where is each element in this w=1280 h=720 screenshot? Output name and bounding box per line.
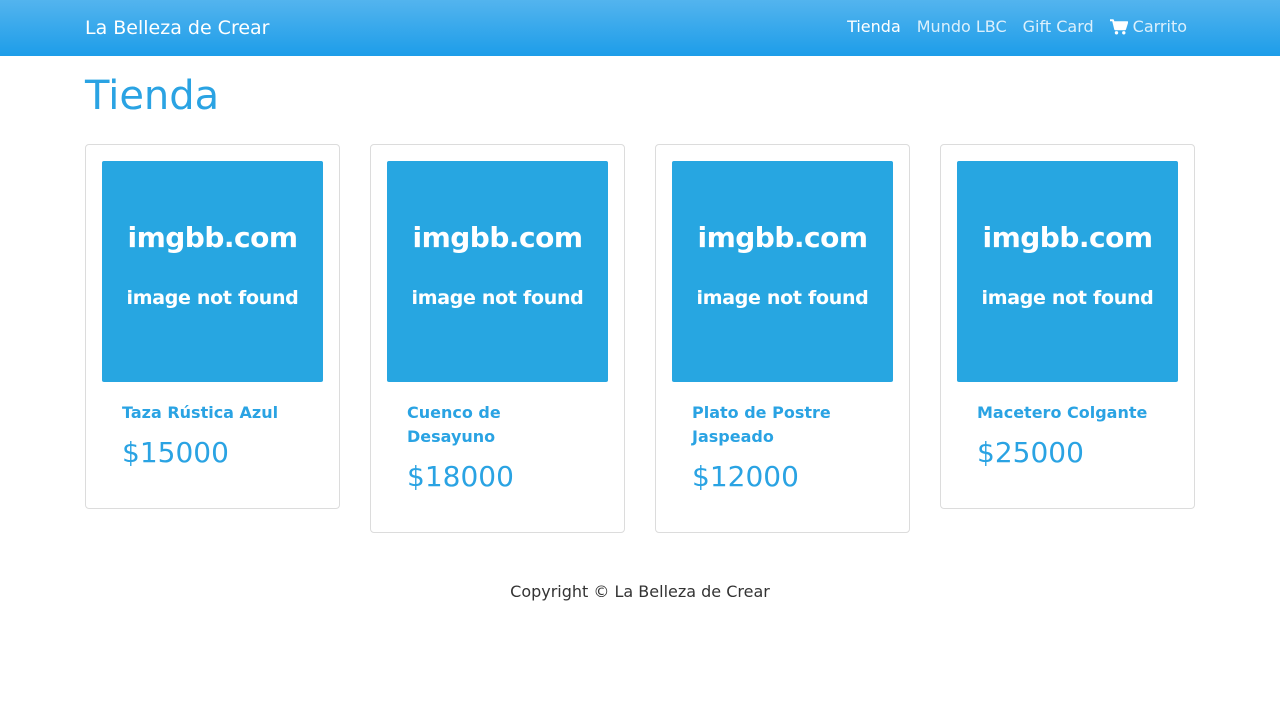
product-name[interactable]: Plato de Postre Jaspeado (692, 401, 867, 449)
product-card[interactable]: imgbb.com image not found Taza Rústica A… (85, 144, 340, 509)
product-image[interactable]: imgbb.com image not found (102, 161, 323, 382)
product-price: $18000 (407, 460, 514, 493)
nav-links: Tienda Mundo LBC Gift Card Carrito (847, 17, 1187, 37)
product-image[interactable]: imgbb.com image not found (672, 161, 893, 382)
product-price: $12000 (692, 460, 799, 493)
image-placeholder-text: imgbb.com (412, 221, 583, 254)
product-name[interactable]: Macetero Colgante (977, 401, 1167, 425)
page-title: Tienda (85, 73, 220, 119)
shopping-cart-icon (1109, 19, 1128, 35)
nav-link-carrito[interactable]: Carrito (1109, 17, 1187, 37)
nav-link-gift-card[interactable]: Gift Card (1023, 17, 1094, 37)
nav-link-carrito-label: Carrito (1132, 17, 1187, 36)
product-card[interactable]: imgbb.com image not found Cuenco de Desa… (370, 144, 625, 533)
image-placeholder-subtext: image not found (411, 287, 584, 309)
product-image[interactable]: imgbb.com image not found (957, 161, 1178, 382)
product-image[interactable]: imgbb.com image not found (387, 161, 608, 382)
brand-link[interactable]: La Belleza de Crear (85, 16, 270, 40)
navbar: La Belleza de Crear Tienda Mundo LBC Gif… (0, 0, 1280, 56)
image-placeholder-text: imgbb.com (697, 221, 868, 254)
footer-copyright: Copyright © La Belleza de Crear (510, 582, 770, 601)
image-placeholder-text: imgbb.com (127, 221, 298, 254)
product-price: $15000 (122, 436, 229, 469)
image-placeholder-text: imgbb.com (982, 221, 1153, 254)
image-placeholder-subtext: image not found (981, 287, 1154, 309)
product-name[interactable]: Taza Rústica Azul (122, 401, 312, 425)
product-card[interactable]: imgbb.com image not found Plato de Postr… (655, 144, 910, 533)
nav-link-mundo-lbc[interactable]: Mundo LBC (917, 17, 1007, 37)
nav-link-tienda[interactable]: Tienda (847, 17, 901, 37)
image-placeholder-subtext: image not found (696, 287, 869, 309)
product-name[interactable]: Cuenco de Desayuno (407, 401, 557, 449)
product-price: $25000 (977, 436, 1084, 469)
product-card[interactable]: imgbb.com image not found Macetero Colga… (940, 144, 1195, 509)
image-placeholder-subtext: image not found (126, 287, 299, 309)
